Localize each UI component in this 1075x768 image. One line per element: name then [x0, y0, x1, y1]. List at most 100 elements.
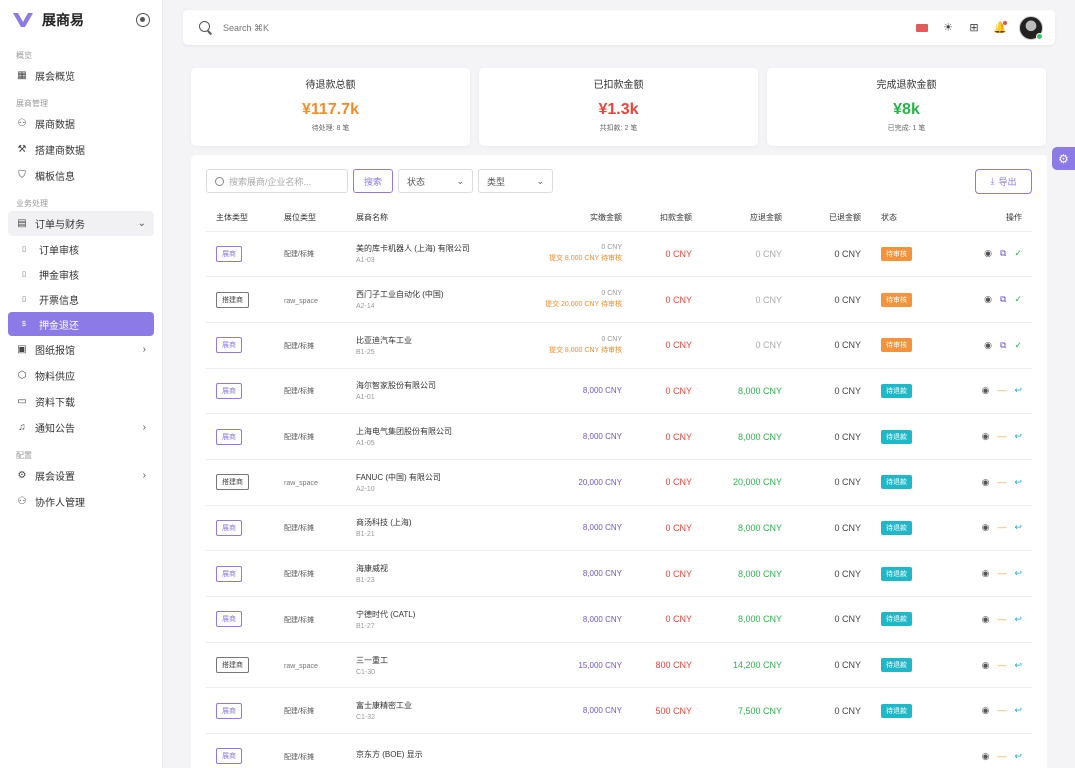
cell-refundable: 8,000 CNY — [702, 413, 792, 460]
cell-status: 待审核 — [871, 231, 941, 278]
sidebar-item-label: 通知公告 — [35, 424, 75, 435]
copy-icon[interactable]: ⧉ — [1000, 340, 1006, 351]
stat-card-pending-refund: 待退款总额 ¥117.7k 待处理: 8 笔 — [191, 68, 470, 146]
cell-name: 海康威视 B1-23 — [346, 550, 501, 597]
view-eye-icon[interactable]: ◉ — [982, 431, 990, 442]
sidebar-item[interactable]: ⬡ 物料供应 — [8, 363, 154, 388]
refund-return-icon[interactable]: ↩ — [1014, 660, 1022, 671]
deduct-minus-icon[interactable]: — — [997, 705, 1006, 716]
cell-deduct: 500 CNY — [632, 687, 702, 735]
deduct-minus-icon[interactable]: — — [997, 522, 1006, 533]
sidebar-toggle-icon[interactable] — [136, 13, 150, 27]
sidebar-item[interactable]: ⚒ 搭建商数据 — [8, 137, 154, 162]
refundable-amount: 0 CNY — [755, 294, 782, 305]
search-icon[interactable] — [199, 20, 213, 35]
refund-return-icon[interactable]: ↩ — [1014, 614, 1022, 625]
sidebar-item[interactable]: ⚇ 协作人管理 — [8, 489, 154, 514]
apps-grid-icon[interactable]: ⊞ — [967, 21, 981, 35]
doc-icon: ▯ — [22, 296, 26, 303]
refund-return-icon[interactable]: ↩ — [1014, 522, 1022, 533]
table-row: 搭建商 raw_space FANUC (中国) 有限公司 A2-10 20,00… — [206, 459, 1032, 506]
refund-return-icon[interactable]: ↩ — [1014, 385, 1022, 396]
sidebar-item-label: 协作人管理 — [35, 498, 85, 509]
copy-icon[interactable]: ⧉ — [1000, 294, 1006, 305]
search-button[interactable]: 搜索 — [353, 169, 394, 193]
refund-return-icon[interactable]: ↩ — [1014, 477, 1022, 488]
refund-return-icon[interactable]: ↩ — [1014, 751, 1022, 762]
col-header: 展商名称 — [346, 205, 501, 232]
nav-group-label: 概览 — [16, 50, 32, 60]
cell-status: 待退款 — [871, 459, 941, 506]
cell-booth: raw_space — [274, 459, 346, 506]
cell-refundable: 8,000 CNY — [702, 596, 792, 643]
view-eye-icon[interactable]: ◉ — [984, 294, 992, 305]
refunded-amount: 0 CNY — [834, 431, 861, 442]
user-avatar[interactable] — [1019, 15, 1043, 40]
sidebar-item[interactable]: ▯ 订单审核 — [8, 237, 154, 261]
status-badge: 待退款 — [881, 566, 912, 581]
paid-amount: 8,000 CNY — [582, 706, 622, 716]
settings-gear-icon[interactable]: ⚙ — [1052, 147, 1075, 170]
deduct-minus-icon[interactable]: — — [997, 385, 1006, 396]
sidebar-item[interactable]: ♫ 通知公告 › — [8, 415, 154, 440]
view-eye-icon[interactable]: ◉ — [982, 385, 990, 396]
notification-bell-icon[interactable]: 🔔 — [993, 20, 1007, 35]
deduct-minus-icon[interactable]: — — [997, 660, 1006, 671]
sidebar-item[interactable]: ⛉ 楣板信息 — [8, 163, 154, 188]
view-eye-icon[interactable]: ◉ — [984, 340, 992, 351]
sidebar-item-label: 资料下载 — [35, 398, 75, 409]
sidebar-item[interactable]: $ 押金退还 — [8, 312, 154, 336]
type-select[interactable]: 类型 ⌄ — [478, 169, 554, 193]
exhibitor-search-input[interactable]: 搜索展商/企业名称... — [206, 169, 348, 193]
cell-refundable: 0 CNY — [702, 322, 792, 369]
view-eye-icon[interactable]: ◉ — [982, 477, 990, 488]
deduct-minus-icon[interactable]: — — [997, 431, 1006, 442]
sidebar-item[interactable]: ▯ 押金审核 — [8, 262, 154, 286]
sidebar-item[interactable]: ▭ 资料下载 — [8, 389, 154, 414]
approve-check-icon[interactable]: ✓ — [1014, 248, 1022, 259]
theme-sun-icon[interactable]: ☀ — [941, 21, 955, 35]
view-eye-icon[interactable]: ◉ — [982, 568, 990, 579]
view-eye-icon[interactable]: ◉ — [982, 705, 990, 716]
view-eye-icon[interactable]: ◉ — [982, 751, 990, 762]
table-row: 展商 配建/标摊 上海电气集团股份有限公司 A1-05 8,000 CNY 0 C… — [206, 413, 1032, 460]
company-name: 海尔智家股份有限公司 — [356, 381, 436, 391]
approve-check-icon[interactable]: ✓ — [1014, 340, 1022, 351]
cell-paid: 8,000 CNY — [501, 687, 632, 735]
booth-type: 配建/标摊 — [284, 251, 314, 259]
language-flag-icon[interactable] — [915, 21, 929, 35]
sidebar-item[interactable]: ▯ 开票信息 — [8, 287, 154, 311]
sidebar-item[interactable]: ▤ 订单与财务 ⌄ — [8, 211, 154, 236]
deduct-amount: 0 CNY — [665, 568, 692, 579]
view-eye-icon[interactable]: ◉ — [982, 614, 990, 625]
global-search-input[interactable] — [223, 22, 915, 33]
refund-return-icon[interactable]: ↩ — [1014, 431, 1022, 442]
refund-return-icon[interactable]: ↩ — [1014, 705, 1022, 716]
table-row: 搭建商 raw_space 西门子工业自动化 (中国) A2-14 0 CNY 提交… — [206, 276, 1032, 323]
deduct-minus-icon[interactable]: — — [997, 568, 1006, 579]
booth-type: raw_space — [284, 480, 318, 488]
status-select[interactable]: 状态 ⌄ — [398, 169, 474, 193]
approve-check-icon[interactable]: ✓ — [1014, 294, 1022, 305]
sidebar-item[interactable]: ⚇ 展商数据 — [8, 111, 154, 136]
copy-icon[interactable]: ⧉ — [1000, 248, 1006, 259]
view-eye-icon[interactable]: ◉ — [984, 248, 992, 259]
sidebar-item-label: 展商数据 — [35, 120, 75, 131]
paid-amount: 8,000 CNY — [582, 523, 622, 533]
cell-name: 海尔智家股份有限公司 A1-01 — [346, 368, 501, 415]
export-button[interactable]: ⤓ 导出 — [975, 169, 1032, 194]
status-badge: 待审核 — [881, 338, 912, 353]
cell-deduct: 0 CNY — [632, 322, 702, 369]
sidebar-item[interactable]: ⚙ 展会设置 › — [8, 463, 154, 488]
chevron-right-icon: › — [142, 470, 146, 481]
refund-return-icon[interactable]: ↩ — [1014, 568, 1022, 579]
deduct-minus-icon[interactable]: — — [997, 614, 1006, 625]
view-eye-icon[interactable]: ◉ — [982, 660, 990, 671]
deduct-minus-icon[interactable]: — — [997, 751, 1006, 762]
view-eye-icon[interactable]: ◉ — [982, 522, 990, 533]
sidebar-item[interactable]: ▣ 图纸报馆 › — [8, 337, 154, 362]
deduct-minus-icon[interactable]: — — [997, 477, 1006, 488]
cell-status: 待退款 — [871, 687, 941, 735]
cell-actions: ◉ — ↩ — [941, 505, 1032, 552]
sidebar-item[interactable]: ▦ 展会概览 — [8, 63, 154, 88]
